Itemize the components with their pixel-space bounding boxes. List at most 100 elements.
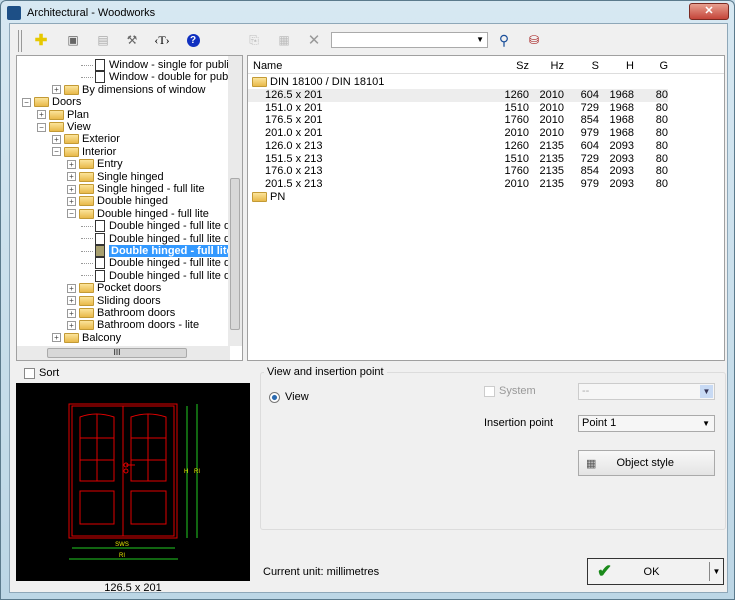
collapse-icon[interactable]: − xyxy=(37,122,46,132)
table-cell: 1260 xyxy=(504,139,529,152)
delete-icon[interactable]: ✕ xyxy=(305,31,323,49)
table-row[interactable]: 201.5 x 213 2010 2135 979 2093 80 xyxy=(248,178,668,191)
tree-vertical-scrollbar[interactable] xyxy=(228,56,242,346)
chevron-down-icon[interactable]: ▼ xyxy=(476,35,484,44)
search-combo[interactable]: ▼ xyxy=(331,32,488,48)
table-row[interactable]: 176.0 x 213 1760 2135 854 2093 80 xyxy=(248,165,668,178)
column-header[interactable]: Hz xyxy=(524,60,564,72)
column-header[interactable]: Sz xyxy=(489,60,529,72)
system-checkbox[interactable]: System xyxy=(484,385,536,397)
column-header[interactable]: Name xyxy=(253,60,282,72)
tree-item-label: By dimensions of window xyxy=(82,83,206,96)
list-group[interactable]: PN xyxy=(252,191,672,204)
help-icon[interactable]: ? xyxy=(186,33,200,47)
expand-icon[interactable]: + xyxy=(67,172,76,182)
tree-item[interactable]: + Bathroom doors - lite xyxy=(67,319,199,331)
table-row[interactable]: 126.5 x 201 1260 2010 604 1968 80 xyxy=(248,89,668,102)
close-button[interactable]: ✕ xyxy=(689,3,729,20)
search-icon[interactable]: ⚲ xyxy=(495,31,513,49)
tree-item[interactable]: + Single hinged xyxy=(67,171,164,183)
chevron-down-icon[interactable]: ▼ xyxy=(700,385,713,398)
tree-item-label: Bathroom doors - lite xyxy=(97,319,200,332)
group-label: PN xyxy=(270,190,286,203)
tree-item[interactable]: + By dimensions of window xyxy=(52,84,206,96)
ok-button[interactable]: ✔ OK ▼ xyxy=(587,558,724,585)
expand-icon[interactable]: + xyxy=(37,110,46,120)
toolbar-grip[interactable] xyxy=(18,30,22,52)
folder-icon xyxy=(79,308,94,318)
sort-checkbox[interactable]: Sort xyxy=(24,367,59,379)
tree-item[interactable]: + Pocket doors xyxy=(67,282,161,294)
column-header[interactable]: S xyxy=(559,60,599,72)
expand-icon[interactable]: + xyxy=(67,196,76,206)
app-icon xyxy=(7,6,21,20)
column-header[interactable]: G xyxy=(628,60,668,72)
scroll-thumb[interactable] xyxy=(230,178,240,330)
table-cell: 2010 xyxy=(539,89,564,101)
expand-icon[interactable]: + xyxy=(52,85,61,95)
door-drawing: SWS RI H RI xyxy=(68,403,200,560)
category-tree[interactable]: + Balcony + Bathroom doors - lite + Bathroom … xyxy=(16,55,243,361)
add-icon[interactable]: ✚ xyxy=(32,31,50,49)
tree-horizontal-scrollbar[interactable]: III xyxy=(17,346,230,360)
expand-icon[interactable]: + xyxy=(67,320,76,330)
tree-item[interactable]: Double hinged - full lite doors Typ xyxy=(81,220,242,233)
collapse-icon[interactable]: − xyxy=(52,147,61,157)
checkbox[interactable] xyxy=(24,367,35,379)
table-cell: 2010 xyxy=(504,127,529,140)
object-style-label: Object style xyxy=(616,457,674,469)
tree-item[interactable]: Window - single for public building co xyxy=(81,59,242,71)
object-style-button[interactable]: ▦ Object style xyxy=(578,450,715,476)
ok-dropdown-arrow[interactable]: ▼ xyxy=(709,562,723,581)
tree-item[interactable]: + Plan xyxy=(37,109,89,121)
tree-item[interactable]: − View xyxy=(37,121,91,133)
tree-item[interactable]: Double hinged - full lite doors Typ xyxy=(81,257,242,270)
insert-icon[interactable]: ▣ xyxy=(64,31,82,49)
tree-item[interactable]: − Interior xyxy=(52,146,116,158)
table-row[interactable]: 126.0 x 213 1260 2135 604 2093 80 xyxy=(248,140,668,153)
tree-item[interactable]: Double hinged - full lite doors Typ xyxy=(81,269,242,282)
tree-item[interactable]: + Single hinged - full lite xyxy=(67,183,205,195)
item-list[interactable]: Name Sz Hz S H G DIN 18100 / DIN 18101 126.5 x… xyxy=(247,55,725,361)
properties-icon[interactable]: ▤ xyxy=(94,31,112,49)
expand-icon[interactable]: + xyxy=(67,308,76,318)
tree-item[interactable]: + Bathroom doors xyxy=(67,307,175,319)
collapse-icon[interactable]: − xyxy=(67,209,76,219)
view-radio[interactable]: View xyxy=(269,391,309,403)
table-row[interactable]: 201.0 x 201 2010 2010 979 1968 80 xyxy=(248,127,668,140)
expand-icon[interactable]: + xyxy=(67,184,76,194)
tree-item[interactable]: Double hinged - full lite door xyxy=(81,245,242,257)
tree-item[interactable]: Window - double for public building c xyxy=(81,71,242,84)
list-group[interactable]: DIN 18100 / DIN 18101 xyxy=(252,76,672,89)
expand-icon[interactable]: + xyxy=(67,159,76,169)
expand-icon[interactable]: + xyxy=(52,134,61,144)
table-row[interactable]: 151.0 x 201 1510 2010 729 1968 80 xyxy=(248,102,668,115)
tree-item-label: Entry xyxy=(97,158,123,171)
tree-item[interactable]: + Double hinged xyxy=(67,195,168,207)
copy-icon[interactable]: ⎘ xyxy=(245,31,263,49)
insertion-point-dropdown[interactable]: Point 1 ▼ xyxy=(578,415,715,432)
tree-item[interactable]: + Sliding doors xyxy=(67,295,161,307)
system-dropdown[interactable]: -- ▼ xyxy=(578,383,715,400)
text-icon[interactable]: ‹T› xyxy=(153,31,171,49)
find-icon[interactable]: ⛁ xyxy=(525,31,543,49)
radio-icon[interactable] xyxy=(269,391,280,403)
checkbox[interactable] xyxy=(484,385,495,397)
expand-icon[interactable]: + xyxy=(52,333,61,343)
expand-icon[interactable]: + xyxy=(67,283,76,293)
chevron-down-icon[interactable]: ▼ xyxy=(702,416,710,431)
table-row[interactable]: 176.5 x 201 1760 2010 854 1968 80 xyxy=(248,114,668,127)
edit-icon[interactable]: ▦ xyxy=(275,31,293,49)
table-row[interactable]: 151.5 x 213 1510 2135 729 2093 80 xyxy=(248,153,668,166)
tree-item-label: Double hinged - full lite xyxy=(97,207,209,220)
tree-item[interactable]: − Double hinged - full lite xyxy=(67,208,209,220)
tree-item[interactable]: + Entry xyxy=(67,158,123,170)
expand-icon[interactable]: + xyxy=(67,296,76,306)
scroll-thumb[interactable]: III xyxy=(47,348,187,358)
tree-item[interactable]: − Doors xyxy=(22,96,81,108)
tools-icon[interactable]: ⚒ xyxy=(123,31,141,49)
tree-item[interactable]: Double hinged - full lite doors Typ xyxy=(81,232,242,245)
collapse-icon[interactable]: − xyxy=(22,97,31,107)
tree-item[interactable]: + Balcony xyxy=(52,332,121,344)
tree-item[interactable]: + Exterior xyxy=(52,133,120,145)
